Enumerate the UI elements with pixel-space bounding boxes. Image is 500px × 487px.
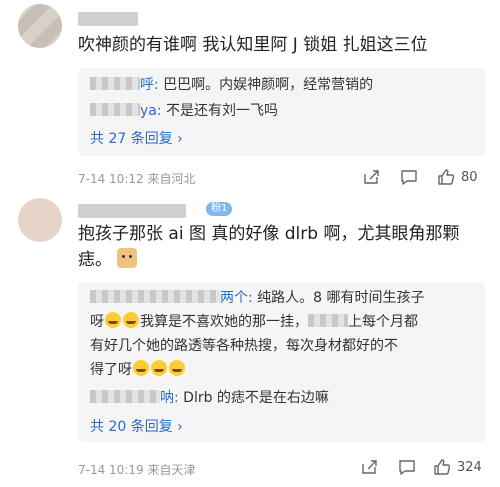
reply-box[interactable]: 两个: 纯路人。8 哪有时间生孩子 呀 我算是不喜欢她的那一挂， 上每个月都 有好几…: [78, 282, 486, 442]
more-replies-label: 共 20 条回复: [90, 419, 173, 435]
reply-username[interactable]: ya:: [140, 103, 162, 119]
comment-button[interactable]: [400, 168, 424, 186]
chevron-right-icon: ›: [177, 419, 183, 435]
more-replies-link[interactable]: 共 20 条回复 ›: [90, 416, 183, 436]
chevron-right-icon: ›: [177, 131, 183, 147]
fan-badge: 粉1: [206, 202, 233, 216]
reply-text: 上每个月都: [348, 314, 418, 330]
username-blurred[interactable]: [78, 12, 138, 26]
blurred-username: [90, 103, 140, 116]
comment-text-line2: 痣。: [78, 250, 112, 270]
laugh-emoji-icon: [105, 312, 121, 328]
laugh-emoji-icon: [123, 312, 139, 328]
comment-icon: [399, 460, 415, 475]
thumbs-up-icon: [438, 169, 455, 185]
blurred-username: [90, 290, 220, 303]
reply-text: 不是还有刘一飞吗: [161, 103, 279, 119]
reply-text: 我算是不喜欢她的那一挂，: [140, 314, 308, 330]
like-count: 324: [457, 459, 482, 475]
comment-icon: [401, 170, 417, 185]
avatar[interactable]: [18, 4, 62, 48]
comment-text: 吹神颜的有谁啊 我认知里阿 J 锁姐 扎姐这三位: [78, 35, 428, 55]
comment-meta: 7-14 10:19 来自天津: [78, 463, 196, 477]
doge-emoji-icon: [117, 248, 138, 268]
reply-item[interactable]: 两个: 纯路人。8 哪有时间生孩子: [90, 288, 425, 309]
share-icon: [364, 170, 379, 184]
reply-text: 巴巴啊。内娱神颜啊，经常营销的: [158, 77, 374, 93]
comment-text-line: 痣。: [78, 248, 138, 273]
thumbs-up-icon: [434, 459, 451, 475]
comment-button[interactable]: [398, 458, 422, 476]
reply-text-line: 呀 我算是不喜欢她的那一挂， 上每个月都: [90, 312, 418, 333]
laugh-emoji-icon: [151, 360, 167, 376]
reply-text: 呀: [90, 314, 104, 330]
reply-text-line: 有好几个她的路透等各种热搜，每次身材都好的不: [90, 338, 398, 354]
share-button[interactable]: [360, 458, 384, 476]
like-button[interactable]: 324: [433, 458, 482, 476]
reply-text: Dlrb 的痣不是在右边嘛: [178, 390, 329, 406]
laugh-emoji-icon: [133, 360, 149, 376]
reply-username[interactable]: 两个:: [220, 290, 253, 306]
username-blurred[interactable]: [78, 204, 186, 218]
reply-text: 纯路人。8 哪有时间生孩子: [252, 290, 425, 306]
comment-meta: 7-14 10:12 来自河北: [78, 172, 196, 186]
comment-text-line: 抱孩子那张 ai 图 真的好像 dlrb 啊，尤其眼角那颗: [78, 224, 460, 244]
reply-item[interactable]: 呐: Dlrb 的痣不是在右边嘛: [90, 388, 329, 409]
laugh-emoji-icon: [169, 360, 185, 376]
share-icon: [362, 460, 377, 474]
more-replies-link[interactable]: 共 27 条回复 ›: [90, 128, 183, 148]
blurred-text: [308, 314, 348, 327]
avatar[interactable]: [18, 198, 62, 242]
more-replies-label: 共 27 条回复: [90, 131, 173, 147]
reply-item[interactable]: 呼: 巴巴啊。内娱神颜啊，经常营销的: [90, 75, 373, 96]
blurred-username: [90, 390, 160, 403]
blurred-username: [90, 77, 140, 90]
reply-username[interactable]: 呼:: [140, 77, 159, 93]
reply-text: 得了呀: [90, 362, 132, 378]
like-button[interactable]: 80: [437, 168, 478, 186]
like-count: 80: [461, 169, 478, 185]
reply-box[interactable]: 呼: 巴巴啊。内娱神颜啊，经常营销的 ya: 不是还有刘一飞吗 共 27 条回复…: [78, 68, 486, 156]
reply-username[interactable]: 呐:: [160, 390, 179, 406]
reply-item[interactable]: ya: 不是还有刘一飞吗: [90, 101, 278, 122]
reply-text-line: 得了呀: [90, 360, 186, 381]
share-button[interactable]: [362, 168, 386, 186]
